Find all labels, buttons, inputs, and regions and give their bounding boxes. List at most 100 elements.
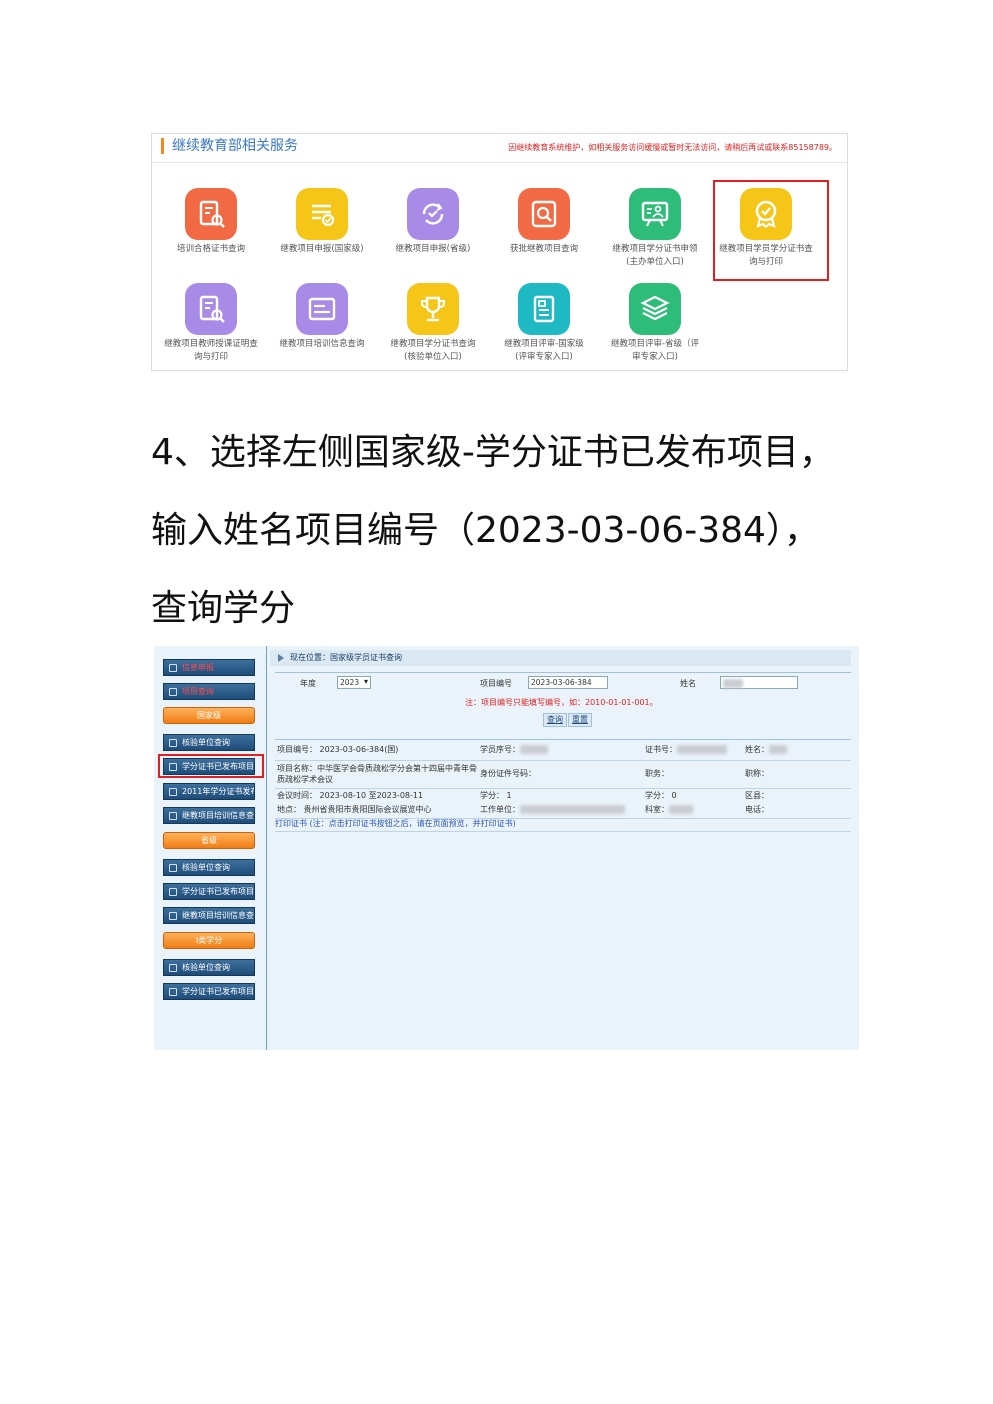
print-cert-link[interactable]: 打印证书 (注：点击打印证书按钮之后，请在页面预览，并打印证书)	[275, 818, 516, 829]
id-card-cell: 身份证件号码：	[480, 769, 536, 778]
search-icon	[518, 188, 570, 240]
service-label: 继教项目学分证书申领	[612, 244, 698, 254]
name-input[interactable]	[720, 676, 798, 689]
project-no-label: 项目编号	[480, 679, 512, 688]
table-row: 会议时间： 2023-08-10 至2023-08-11 学分： 1 学分： 0…	[275, 788, 851, 819]
query-app-screenshot: 信息申报 项目查询 国家级 核验单位查询 学分证书已发布项目 2011年学分证书…	[154, 646, 859, 1050]
service-provincial-review[interactable]: 继教项目评审-省级（评 审专家入口)	[599, 283, 711, 364]
student-no-label: 学员序号：	[480, 745, 520, 754]
breadcrumb: 现在位置：国家级学员证书查询	[270, 650, 851, 666]
service-label-sub: (评审专家入口)	[515, 352, 573, 362]
service-label-sub: 询与打印	[193, 352, 228, 362]
panel-title: 继续教育部相关服务	[161, 138, 298, 154]
sidebar-category-provincial[interactable]: 省级	[163, 832, 255, 849]
service-label: 继教项目培训信息查询	[279, 339, 365, 349]
query-button[interactable]: 查询	[543, 713, 567, 727]
selected-item-highlight	[158, 754, 264, 778]
blurred-value	[669, 805, 693, 814]
service-national-review[interactable]: 继教项目评审-国家级 (评审专家入口)	[488, 283, 600, 364]
sidebar-item-cert-published[interactable]: 学分证书已发布项目	[163, 883, 255, 900]
service-label: 继教项目评审-省级（评	[610, 339, 700, 349]
work-unit-cell: 工作单位：	[480, 804, 625, 816]
service-label: 继教项目评审-国家级	[504, 339, 584, 349]
service-credit-cert-claim[interactable]: 继教项目学分证书申领 (主办单位入口)	[599, 188, 711, 269]
title-cell: 职称：	[745, 769, 769, 778]
name-label: 姓名	[680, 679, 696, 688]
year-select[interactable]: 2023	[337, 676, 371, 689]
service-provincial-project-apply[interactable]: 继教项目申报(省级)	[377, 188, 489, 256]
position-cell: 职务：	[645, 769, 669, 778]
area-cell: 区县：	[745, 791, 769, 800]
project-no-input[interactable]: 2023-03-06-384	[528, 676, 608, 689]
blurred-value	[769, 745, 787, 754]
refresh-check-icon	[407, 188, 459, 240]
project-no-cell: 项目编号： 2023-03-06-384(国)	[277, 745, 399, 754]
main-content: 现在位置：国家级学员证书查询 年度 2023 项目编号 2023-03-06-3…	[270, 646, 859, 1050]
document-search-icon	[185, 188, 237, 240]
service-teacher-proof-query[interactable]: 继教项目教师授课证明查 询与打印	[155, 283, 267, 364]
presentation-icon	[629, 188, 681, 240]
name-cell: 姓名：	[745, 744, 787, 756]
blurred-value	[520, 745, 548, 754]
highlight-box	[713, 180, 829, 281]
service-approved-project-query[interactable]: 获批继教项目查询	[488, 188, 600, 256]
blurred-value	[520, 805, 625, 814]
sidebar-category-national[interactable]: 国家级	[163, 707, 255, 724]
service-label-sub: (主办单位入口)	[626, 257, 684, 267]
sidebar-item-training-info[interactable]: 继教项目培训信息查询	[163, 907, 255, 924]
instruction-line-2: 输入姓名项目编号（2023-03-06-384），	[151, 510, 820, 551]
service-label: 继教项目申报(省级)	[395, 244, 471, 254]
sidebar-item-project-query[interactable]: 项目查询	[163, 683, 255, 700]
time-cell: 会议时间： 2023-08-10 至2023-08-11	[277, 791, 424, 800]
service-training-info-query[interactable]: 继教项目培训信息查询	[266, 283, 378, 351]
service-label-sub: 审专家入口)	[632, 352, 678, 362]
instruction-line-3: 查询学分	[151, 588, 296, 629]
sidebar-item-training-info[interactable]: 继教项目培训信息查询	[163, 807, 255, 824]
document-search-icon	[185, 283, 237, 335]
credit-cell: 学分： 1	[480, 791, 512, 800]
sidebar-item-verify-unit[interactable]: 核验单位查询	[163, 859, 255, 876]
info-card-icon	[296, 283, 348, 335]
cert-no-label: 证书号：	[645, 745, 677, 754]
instruction-line-1: 4、选择左侧国家级-学分证书已发布项目，	[151, 432, 835, 473]
sidebar-item-verify-unit[interactable]: 核验单位查询	[163, 959, 255, 976]
query-form: 年度 2023 项目编号 2023-03-06-384 姓名 注：项目编号只能填…	[275, 672, 851, 740]
service-label: 获批继教项目查询	[509, 244, 578, 254]
service-label: 继教项目申报(国家级)	[280, 244, 364, 254]
phone-cell: 电话：	[745, 805, 769, 814]
list-check-icon	[296, 188, 348, 240]
panel-notice: 因继续教育系统维护，如相关服务访问缓慢或暂时无法访问，请稍后再试或联系85158…	[508, 143, 837, 152]
sidebar-item-cert-published[interactable]: 学分证书已发布项目	[163, 983, 255, 1000]
name-result-label: 姓名：	[745, 745, 769, 754]
sidebar: 信息申报 项目查询 国家级 核验单位查询 学分证书已发布项目 2011年学分证书…	[154, 646, 267, 1050]
instruction-text: 4、选择左侧国家级-学分证书已发布项目， 输入姓名项目编号（2023-03-06…	[151, 414, 851, 648]
layers-icon	[629, 283, 681, 335]
blurred-value	[677, 745, 727, 754]
cert-no-cell: 证书号：	[645, 744, 727, 756]
service-cert-verify-query[interactable]: 继教项目学分证书查询 (核验单位入口)	[377, 283, 489, 364]
form-hint: 注：项目编号只能填写编号，如：2010-01-01-001。	[465, 698, 658, 707]
service-training-cert-query[interactable]: 培训合格证书查询	[155, 188, 267, 256]
trophy-icon	[407, 283, 459, 335]
service-national-project-apply[interactable]: 继教项目申报(国家级)	[266, 188, 378, 256]
dept-cell: 科室：	[645, 804, 693, 816]
dept-label: 科室：	[645, 805, 669, 814]
sidebar-item-info-apply[interactable]: 信息申报	[163, 659, 255, 676]
project-name-cell: 项目名称：中华医学会骨质疏松学分会第十四届中青年骨质疏松学术会议	[277, 763, 477, 785]
year-label: 年度	[300, 679, 316, 688]
sidebar-category-class1[interactable]: I类学分	[163, 932, 255, 949]
place-cell: 地点： 贵州省贵阳市贵阳国际会议展览中心	[277, 805, 432, 814]
reset-button[interactable]: 重置	[568, 713, 592, 727]
blurred-name	[723, 678, 743, 688]
sidebar-item-2011-cert[interactable]: 2011年学分证书发布项目	[163, 783, 255, 800]
service-label-sub: (核验单位入口)	[404, 352, 462, 362]
credit-cell: 学分： 0	[645, 791, 677, 800]
sidebar-item-verify-unit[interactable]: 核验单位查询	[163, 734, 255, 751]
service-label: 继教项目教师授课证明查	[164, 339, 258, 349]
table-row: 项目编号： 2023-03-06-384(国) 学员序号： 证书号： 姓名：	[275, 740, 851, 761]
document-list-icon	[518, 283, 570, 335]
panel-header: 继续教育部相关服务 因继续教育系统维护，如相关服务访问缓慢或暂时无法访问，请稍后…	[152, 134, 847, 163]
student-no-cell: 学员序号：	[480, 744, 548, 756]
table-row: 项目名称：中华医学会骨质疏松学分会第十四届中青年骨质疏松学术会议 身份证件号码：…	[275, 760, 851, 789]
project-name-label: 项目名称：	[277, 764, 317, 773]
